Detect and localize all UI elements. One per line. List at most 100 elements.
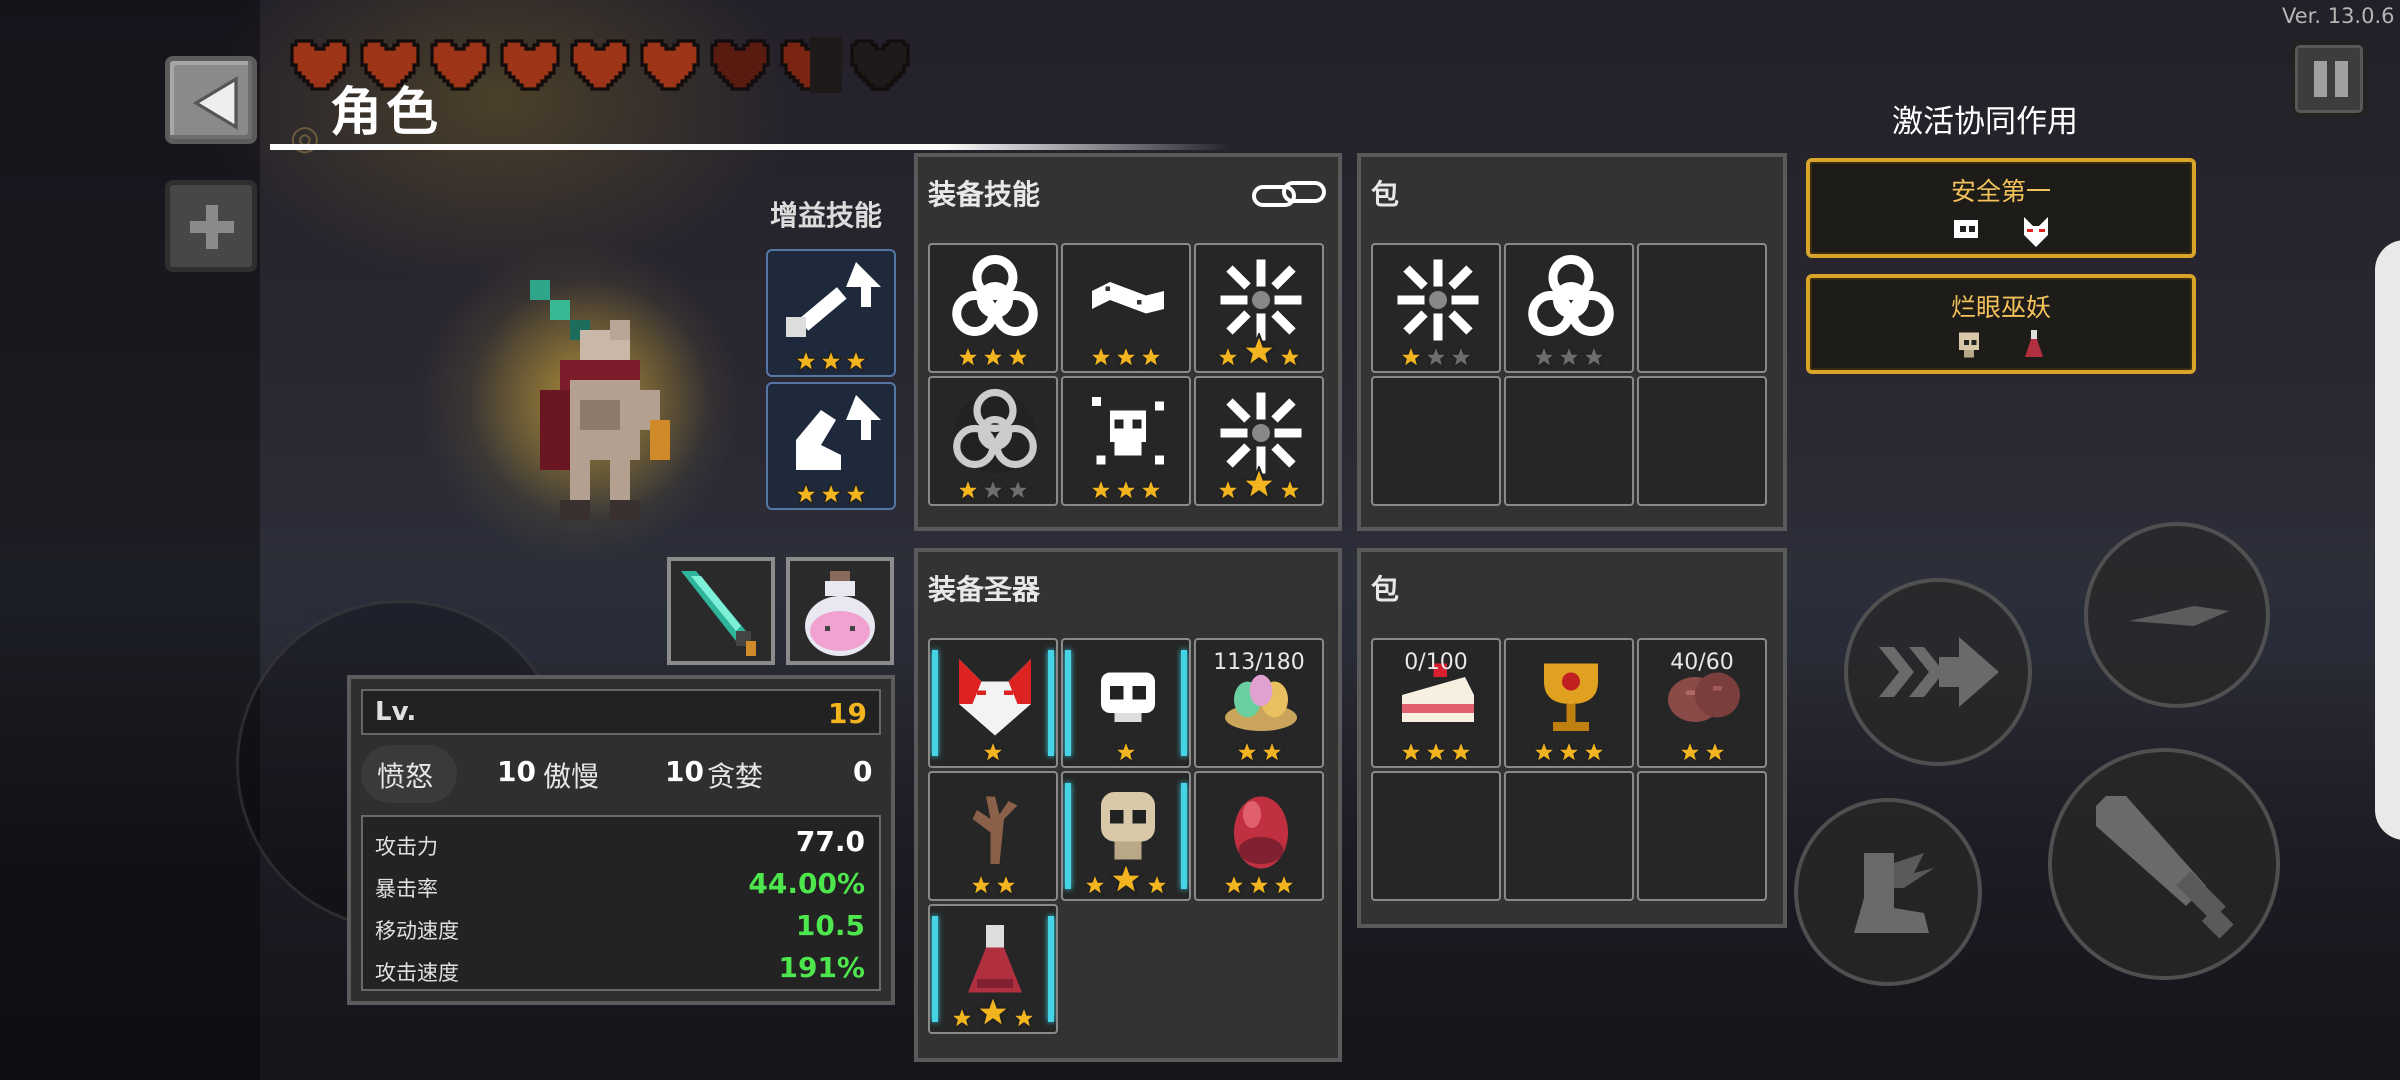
item-slot[interactable] — [928, 771, 1058, 901]
sword-up-icon — [786, 262, 881, 337]
stars — [1196, 333, 1322, 369]
buff-slot-speed-up[interactable] — [766, 382, 896, 510]
heart-icon — [850, 39, 910, 91]
synergy-card[interactable]: 安全第一 — [1806, 158, 2196, 258]
star-icon — [1449, 740, 1473, 764]
potion-slot[interactable] — [786, 557, 894, 665]
fox-mask-icon — [2024, 217, 2048, 247]
star-icon — [1114, 740, 1138, 764]
star-icon — [1114, 478, 1138, 502]
jump-button[interactable] — [1794, 798, 1982, 986]
stars — [930, 873, 1056, 897]
boot-up-icon — [796, 395, 881, 470]
empty-slot[interactable] — [1371, 771, 1501, 901]
star-icon — [956, 345, 980, 369]
star-icon — [1532, 740, 1556, 764]
stars — [1506, 740, 1632, 764]
attack-button[interactable] — [2048, 748, 2280, 980]
sin-pride-label: 傲慢 — [543, 760, 600, 793]
item-slot[interactable] — [1371, 243, 1501, 373]
star-icon — [1702, 740, 1727, 764]
add-button[interactable] — [165, 180, 257, 272]
pause-button[interactable] — [2290, 40, 2368, 118]
white-skull-icon — [1954, 220, 1978, 238]
item-slot[interactable] — [928, 376, 1058, 506]
star-icon — [1532, 345, 1556, 369]
panel-title: 包 — [1371, 573, 1400, 606]
item-slot[interactable] — [928, 904, 1058, 1034]
star-icon — [1145, 873, 1169, 897]
feather-icon — [2129, 606, 2229, 626]
stars — [1196, 466, 1322, 502]
attr-attackspeed-label: 攻击速度 — [375, 961, 459, 985]
empty-slot[interactable] — [1504, 376, 1634, 506]
synergy-title: 激活协同作用 — [1892, 104, 2078, 140]
star-icon — [1108, 861, 1144, 897]
item-slot[interactable] — [1061, 243, 1191, 373]
star-icon — [1272, 873, 1296, 897]
star-icon — [844, 349, 868, 373]
chain-link-icon[interactable] — [1250, 175, 1330, 215]
item-slot[interactable] — [1061, 376, 1191, 506]
spark-burst-icon — [1220, 392, 1302, 474]
item-slot[interactable] — [1504, 243, 1634, 373]
stack-count: 113/180 — [1213, 650, 1305, 675]
skill-button[interactable] — [2084, 522, 2270, 708]
panel-title: 装备技能 — [928, 178, 1041, 211]
item-slot[interactable]: 113/180 — [1194, 638, 1324, 768]
star-icon — [968, 873, 993, 897]
sin-wrath-label: 愤怒 — [377, 760, 434, 793]
stars — [1373, 740, 1499, 764]
synergy-card[interactable]: 烂眼巫妖 — [1806, 274, 2196, 374]
empty-slot[interactable] — [1637, 771, 1767, 901]
empty-slot[interactable] — [1637, 243, 1767, 373]
weapon-slot[interactable] — [667, 557, 775, 665]
attr-attack-value: 77.0 — [795, 825, 865, 858]
item-slot[interactable] — [1194, 771, 1324, 901]
level-label: Lv. — [375, 697, 417, 727]
star-icon — [1006, 345, 1030, 369]
item-slot[interactable]: 0/100 — [1371, 638, 1501, 768]
item-slot[interactable] — [1061, 638, 1191, 768]
item-slot[interactable] — [1194, 243, 1324, 373]
tan-skull-icon — [1101, 792, 1155, 860]
empty-slot[interactable] — [1504, 771, 1634, 901]
sin-greed-label: 贪婪 — [707, 760, 764, 793]
side-drawer-handle[interactable] — [2375, 240, 2400, 840]
item-slot[interactable]: 40/60 — [1637, 638, 1767, 768]
star-icon — [1399, 345, 1423, 369]
item-slot[interactable] — [1504, 638, 1634, 768]
stack-count: 40/60 — [1670, 650, 1734, 675]
star-icon — [1278, 478, 1302, 502]
attr-attack-label: 攻击力 — [375, 835, 438, 859]
item-slot[interactable] — [1194, 376, 1324, 506]
item-slot[interactable] — [1061, 771, 1191, 901]
relic-bag-panel: 包 0/100 40/60 — [1357, 548, 1787, 928]
empty-slot[interactable] — [1637, 376, 1767, 506]
dash-button[interactable] — [1844, 578, 2032, 766]
green-blade-icon — [681, 571, 756, 656]
star-icon — [1247, 873, 1271, 897]
star-icon — [1278, 345, 1302, 369]
stars — [1373, 345, 1499, 369]
item-slot[interactable] — [928, 243, 1058, 373]
bone-club-icon — [1092, 282, 1164, 314]
stars — [768, 482, 894, 506]
stars — [768, 349, 894, 373]
heart-icon — [570, 39, 630, 91]
item-slot[interactable] — [928, 638, 1058, 768]
buff-slot-attack-up[interactable] — [766, 249, 896, 377]
star-icon — [844, 482, 868, 506]
empty-slot[interactable] — [1371, 376, 1501, 506]
stars — [930, 345, 1056, 369]
stars — [930, 478, 1056, 502]
star-icon — [1259, 740, 1284, 764]
star-icon — [950, 1006, 974, 1030]
stack-count: 0/100 — [1404, 650, 1468, 675]
star-icon — [1114, 345, 1138, 369]
back-button[interactable] — [165, 56, 257, 144]
biohazard-icon — [1528, 255, 1614, 336]
star-icon — [1006, 478, 1030, 502]
attr-movespeed-label: 移动速度 — [375, 919, 459, 943]
heart-icon — [780, 37, 842, 93]
